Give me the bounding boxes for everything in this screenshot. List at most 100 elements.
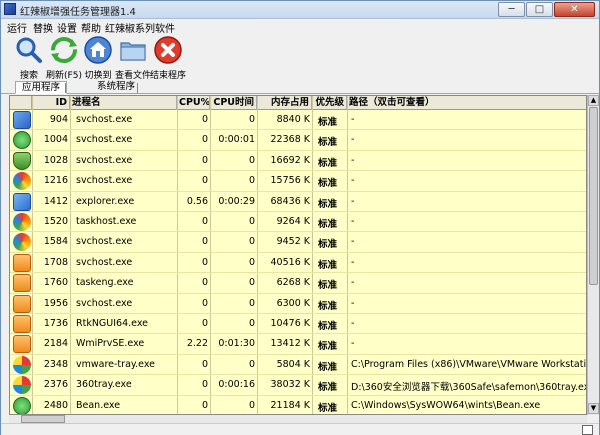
table-row[interactable]: 1028 svchost.exe 0 0 16692 K 标准 - — [10, 151, 586, 172]
title-bar[interactable]: 红辣椒增强任务管理器1.4 ─ □ ✕ — [1, 1, 599, 19]
cell-memory: 6268 K — [276, 277, 310, 289]
process-yen-icon — [13, 192, 31, 211]
cell-priority: 标准 — [318, 157, 338, 169]
cell-id: 1584 — [43, 236, 68, 248]
cell-process-name: svchost.exe — [76, 256, 133, 268]
table-row[interactable]: 2480 Bean.exe 0 0 21184 K 标准 C:\Windows\SysWOW… — [10, 396, 586, 414]
cell-cpu-percent: 0 — [201, 399, 208, 411]
table-row[interactable]: 1956 svchost.exe 0 0 6300 K 标准 - — [10, 294, 586, 314]
cell-path: - — [351, 318, 355, 329]
cell-id: 2480 — [43, 399, 68, 411]
cell-priority: 标准 — [318, 239, 338, 251]
table-row[interactable]: 1520 taskhost.exe 0 0 9264 K 标准 - — [10, 212, 586, 233]
cell-memory: 21184 K — [270, 399, 310, 411]
table-row[interactable]: 1736 RtkNGUI64.exe 0 0 10476 K 标准 - — [10, 314, 586, 335]
process-list[interactable]: ID 进程名 CPU% CPU时间 内存占用 优先级 路径（双击可查看） 904… — [9, 95, 587, 415]
switch-to-button[interactable]: 切换到 — [78, 36, 118, 81]
table-row[interactable]: 2376 360tray.exe 0 0:00:16 38032 K 标准 D:\360安全… — [10, 375, 586, 396]
cell-priority: 标准 — [318, 402, 338, 414]
cell-path: - — [351, 134, 355, 146]
table-row[interactable]: 1760 taskeng.exe 0 0 6268 K 标准 - — [10, 273, 586, 294]
cell-priority: 标准 — [318, 300, 338, 312]
window-title: 红辣椒增强任务管理器1.4 — [20, 7, 136, 18]
horizontal-scrollbar[interactable] — [9, 415, 587, 423]
cell-process-name: svchost.exe — [76, 134, 133, 146]
column-priority[interactable]: 优先级 — [312, 96, 347, 110]
task-manager-window: 红辣椒增强任务管理器1.4 ─ □ ✕ 运行 替换 设置 帮助 红辣椒系列软件 … — [0, 0, 600, 435]
column-memory[interactable]: 内存占用 — [257, 96, 312, 110]
table-row[interactable]: 1004 svchost.exe 0 0:00:01 22368 K 标准 - — [10, 130, 586, 151]
vertical-scrollbar[interactable]: ▲ ▼ — [587, 95, 599, 415]
cell-memory: 13412 K — [270, 338, 310, 350]
column-id[interactable]: ID — [32, 96, 70, 110]
cell-cpu-time: 0 — [248, 277, 255, 289]
process-multicolor-icon — [13, 355, 31, 374]
table-row[interactable]: 904 svchost.exe 0 0 8840 K 标准 - — [10, 110, 586, 131]
cell-path: - — [351, 297, 355, 309]
cell-memory: 40516 K — [270, 256, 310, 268]
column-path[interactable]: 路径（双击可查看） — [347, 96, 586, 110]
cell-cpu-percent: 0 — [201, 114, 208, 125]
cell-process-name: taskhost.exe — [76, 216, 137, 227]
cell-id: 1956 — [43, 297, 68, 309]
status-bar — [1, 423, 599, 435]
maximize-button[interactable]: □ — [526, 2, 553, 17]
cell-path: - — [351, 236, 355, 248]
column-cpu-percent[interactable]: CPU% — [177, 96, 210, 110]
horizontal-scroll-thumb[interactable] — [21, 415, 65, 423]
cell-priority: 标准 — [318, 137, 338, 149]
cell-id: 1520 — [43, 216, 68, 227]
cell-path: - — [351, 277, 355, 289]
table-row[interactable]: 2184 WmiPrvSE.exe 2.22 0:01:30 13412 K 标准 - — [10, 334, 586, 355]
table-row[interactable]: 1216 svchost.exe 0 0 15756 K 标准 - — [10, 171, 586, 192]
cell-priority: 标准 — [318, 382, 338, 394]
cell-path: C:\Windows\SysWOW64\wints\Bean.exe — [351, 399, 541, 411]
cell-cpu-time: 0 — [248, 114, 255, 125]
folder-icon — [120, 42, 146, 61]
table-row[interactable]: 1584 svchost.exe 0 0 9452 K 标准 - — [10, 232, 586, 253]
column-icon — [10, 96, 32, 110]
process-orange-icon — [13, 253, 31, 272]
cell-id: 1412 — [43, 195, 68, 207]
cell-process-name: svchost.exe — [76, 175, 133, 187]
cell-priority: 标准 — [318, 178, 338, 190]
tab-separator — [65, 83, 66, 93]
end-program-button[interactable]: 结束程序 — [148, 36, 188, 81]
cell-memory: 22368 K — [270, 134, 310, 146]
app-icon — [4, 3, 16, 15]
column-process-name[interactable]: 进程名 — [70, 96, 177, 110]
tab-strip: 应用程序 系统程序 — [1, 81, 599, 94]
table-row[interactable]: 1412 explorer.exe 0.56 0:00:29 68436 K 标准 - — [10, 192, 586, 212]
switch-to-label: 切换到 — [84, 71, 112, 81]
scroll-down-icon[interactable]: ▼ — [588, 403, 599, 414]
cell-process-name: svchost.exe — [76, 114, 133, 125]
process-swirl-icon — [13, 213, 31, 231]
vertical-scroll-thumb[interactable] — [589, 107, 598, 285]
cell-process-name: Bean.exe — [76, 399, 121, 411]
view-file-button[interactable]: 查看文件 — [113, 36, 153, 81]
column-cpu-time[interactable]: CPU时间 — [210, 96, 257, 110]
minimize-button[interactable]: ─ — [498, 2, 525, 17]
tab-system-programs[interactable]: 系统程序 — [91, 81, 141, 94]
cell-cpu-percent: 0.56 — [186, 195, 208, 207]
tab-applications[interactable]: 应用程序 — [15, 81, 68, 94]
cell-priority: 标准 — [318, 259, 338, 271]
scroll-up-icon[interactable]: ▲ — [588, 95, 599, 106]
cell-process-name: RtkNGUI64.exe — [76, 318, 149, 329]
cell-memory: 9264 K — [276, 216, 310, 227]
cell-priority: 标准 — [318, 280, 338, 292]
process-multicolor-icon — [13, 376, 31, 395]
resize-grip-icon[interactable] — [582, 425, 593, 435]
cell-path: - — [351, 114, 355, 125]
cell-cpu-percent: 0 — [201, 216, 208, 227]
view-file-label: 查看文件 — [114, 71, 151, 81]
cell-cpu-percent: 0 — [201, 379, 208, 391]
table-row[interactable]: 1708 svchost.exe 0 0 40516 K 标准 - — [10, 253, 586, 274]
search-button[interactable]: 搜索 — [9, 36, 49, 81]
cell-cpu-percent: 0 — [201, 318, 208, 329]
cell-cpu-percent: 0 — [201, 134, 208, 146]
table-row[interactable]: 2348 vmware-tray.exe 0 0 5804 K 标准 C:\Program … — [10, 355, 586, 376]
process-orange-icon — [13, 274, 31, 293]
close-window-button[interactable]: ✕ — [554, 2, 595, 17]
cell-path: - — [351, 195, 355, 207]
